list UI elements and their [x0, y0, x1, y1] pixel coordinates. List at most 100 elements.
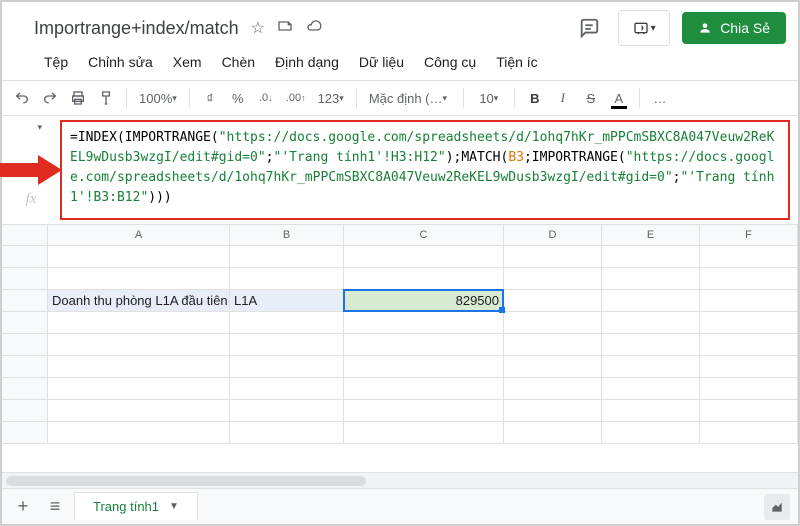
print-icon[interactable]	[66, 85, 90, 111]
number-format-select[interactable]: 123	[314, 85, 348, 111]
sheet-tab-active[interactable]: Trang tính1 ▼	[74, 492, 198, 520]
name-box[interactable]	[2, 116, 48, 133]
cell[interactable]	[344, 356, 504, 378]
cell-c3[interactable]: 829500	[344, 290, 504, 312]
cell-a3[interactable]: Doanh thu phòng L1A đầu tiên	[48, 290, 230, 312]
cell[interactable]	[230, 422, 344, 444]
paint-format-icon[interactable]	[94, 85, 118, 111]
cell[interactable]	[344, 312, 504, 334]
strikethrough-button[interactable]: S	[579, 85, 603, 111]
col-header-d[interactable]: D	[504, 225, 602, 245]
menu-file[interactable]: Tệp	[34, 50, 78, 74]
cell[interactable]	[504, 400, 602, 422]
star-icon[interactable]: ☆	[251, 18, 265, 38]
text-color-button[interactable]: A	[607, 85, 631, 111]
cell[interactable]	[700, 378, 798, 400]
menu-extensions[interactable]: Tiện íc	[486, 50, 548, 74]
cell[interactable]	[504, 268, 602, 290]
undo-icon[interactable]	[10, 85, 34, 111]
italic-button[interactable]: I	[551, 85, 575, 111]
cell[interactable]	[700, 246, 798, 268]
font-size-select[interactable]: 10	[472, 85, 506, 111]
font-select[interactable]: Mặc định (…	[365, 85, 455, 111]
percent-button[interactable]: %	[226, 85, 250, 111]
move-icon[interactable]	[277, 18, 293, 38]
row-header[interactable]	[2, 378, 48, 400]
cell[interactable]	[230, 246, 344, 268]
cell[interactable]	[48, 246, 230, 268]
cell[interactable]	[230, 334, 344, 356]
cell[interactable]	[504, 334, 602, 356]
cell[interactable]	[602, 334, 700, 356]
row-header[interactable]	[2, 400, 48, 422]
redo-icon[interactable]	[38, 85, 62, 111]
cell[interactable]	[700, 312, 798, 334]
row-header[interactable]	[2, 312, 48, 334]
cell-b3[interactable]: L1A	[230, 290, 344, 312]
cell[interactable]	[602, 378, 700, 400]
cell[interactable]	[344, 268, 504, 290]
col-header-b[interactable]: B	[230, 225, 344, 245]
row-header[interactable]	[2, 290, 48, 312]
explore-icon[interactable]	[764, 494, 790, 520]
document-title[interactable]: Importrange+index/match	[34, 18, 239, 39]
cell[interactable]	[504, 356, 602, 378]
cell[interactable]	[230, 312, 344, 334]
all-sheets-icon[interactable]: ≡	[42, 494, 68, 520]
decrease-decimal-button[interactable]: .0↓	[254, 85, 278, 111]
cell[interactable]	[48, 378, 230, 400]
horizontal-scrollbar[interactable]	[2, 472, 798, 488]
cell[interactable]	[700, 290, 798, 312]
cell[interactable]	[504, 246, 602, 268]
cloud-status-icon[interactable]	[305, 18, 323, 38]
cell[interactable]	[48, 334, 230, 356]
spreadsheet-grid[interactable]: Doanh thu phòng L1A đầu tiên L1A 829500	[2, 246, 798, 472]
cell[interactable]	[344, 334, 504, 356]
row-header[interactable]	[2, 334, 48, 356]
cell[interactable]	[230, 268, 344, 290]
col-header-a[interactable]: A	[48, 225, 230, 245]
cell[interactable]	[48, 356, 230, 378]
cell[interactable]	[344, 378, 504, 400]
cell[interactable]	[504, 422, 602, 444]
formula-bar[interactable]: =INDEX(IMPORTRANGE("https://docs.google.…	[60, 120, 790, 220]
cell[interactable]	[344, 400, 504, 422]
col-header-c[interactable]: C	[344, 225, 504, 245]
menu-tools[interactable]: Công cụ	[414, 50, 486, 74]
cell[interactable]	[504, 312, 602, 334]
menu-data[interactable]: Dữ liệu	[349, 50, 414, 74]
menu-edit[interactable]: Chỉnh sửa	[78, 50, 163, 74]
cell[interactable]	[700, 400, 798, 422]
cell[interactable]	[700, 268, 798, 290]
cell[interactable]	[602, 422, 700, 444]
cell[interactable]	[504, 290, 602, 312]
cell[interactable]	[48, 268, 230, 290]
cell[interactable]	[230, 400, 344, 422]
cell[interactable]	[700, 334, 798, 356]
menu-insert[interactable]: Chèn	[212, 50, 265, 74]
bold-button[interactable]: B	[523, 85, 547, 111]
cell[interactable]	[344, 246, 504, 268]
cell[interactable]	[700, 422, 798, 444]
menu-format[interactable]: Định dạng	[265, 50, 349, 74]
currency-button[interactable]: ₫	[198, 85, 222, 111]
row-header[interactable]	[2, 356, 48, 378]
cell[interactable]	[48, 312, 230, 334]
cell[interactable]	[344, 422, 504, 444]
cell[interactable]	[602, 400, 700, 422]
sheet-tab-menu-icon[interactable]: ▼	[169, 501, 179, 512]
cell[interactable]	[602, 356, 700, 378]
zoom-select[interactable]: 100%	[135, 85, 181, 111]
row-header[interactable]	[2, 268, 48, 290]
cell[interactable]	[48, 400, 230, 422]
col-header-e[interactable]: E	[602, 225, 700, 245]
cell[interactable]	[602, 268, 700, 290]
cell[interactable]	[48, 422, 230, 444]
cell[interactable]	[602, 290, 700, 312]
increase-decimal-button[interactable]: .00↑	[282, 85, 310, 111]
cell[interactable]	[504, 378, 602, 400]
cell[interactable]	[602, 246, 700, 268]
menu-view[interactable]: Xem	[163, 50, 212, 74]
comments-icon[interactable]	[572, 11, 606, 45]
add-sheet-icon[interactable]: +	[10, 494, 36, 520]
